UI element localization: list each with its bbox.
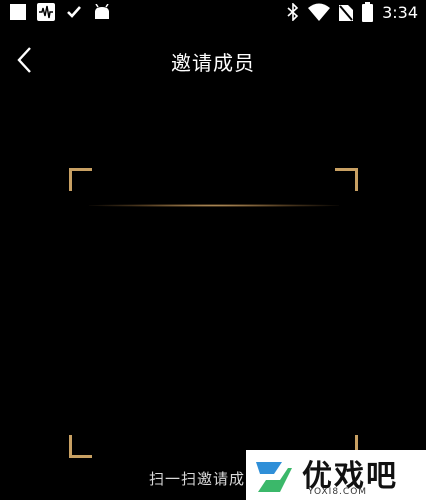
clock: 3:34	[382, 2, 418, 22]
watermark: 优戏吧 YOXI8.COM	[246, 450, 426, 500]
bluetooth-icon	[287, 3, 299, 21]
check-icon	[66, 4, 82, 20]
watermark-url: YOXI8.COM	[308, 487, 368, 497]
no-sim-icon	[339, 3, 354, 21]
waveform-app-icon	[37, 3, 55, 21]
wifi-icon	[308, 3, 331, 21]
battery-icon	[362, 2, 374, 22]
system-icons: 3:34	[287, 2, 418, 22]
scan-corner-bottom-left	[69, 435, 92, 458]
notification-icons	[10, 3, 111, 21]
page-title: 邀请成员	[171, 51, 255, 75]
scan-corner-top-left	[69, 168, 92, 191]
scan-line	[89, 204, 339, 207]
header: 邀请成员	[0, 38, 426, 82]
watermark-logo-icon	[256, 462, 292, 492]
square-icon	[10, 4, 26, 20]
qr-scan-frame	[69, 168, 358, 458]
scan-corner-top-right	[335, 168, 358, 191]
scan-invite-screen: 3:34 邀请成员 扫一扫邀请成员的 优戏吧 YOXI8.COM	[0, 0, 426, 500]
status-bar: 3:34	[0, 0, 426, 26]
android-icon	[93, 4, 111, 20]
